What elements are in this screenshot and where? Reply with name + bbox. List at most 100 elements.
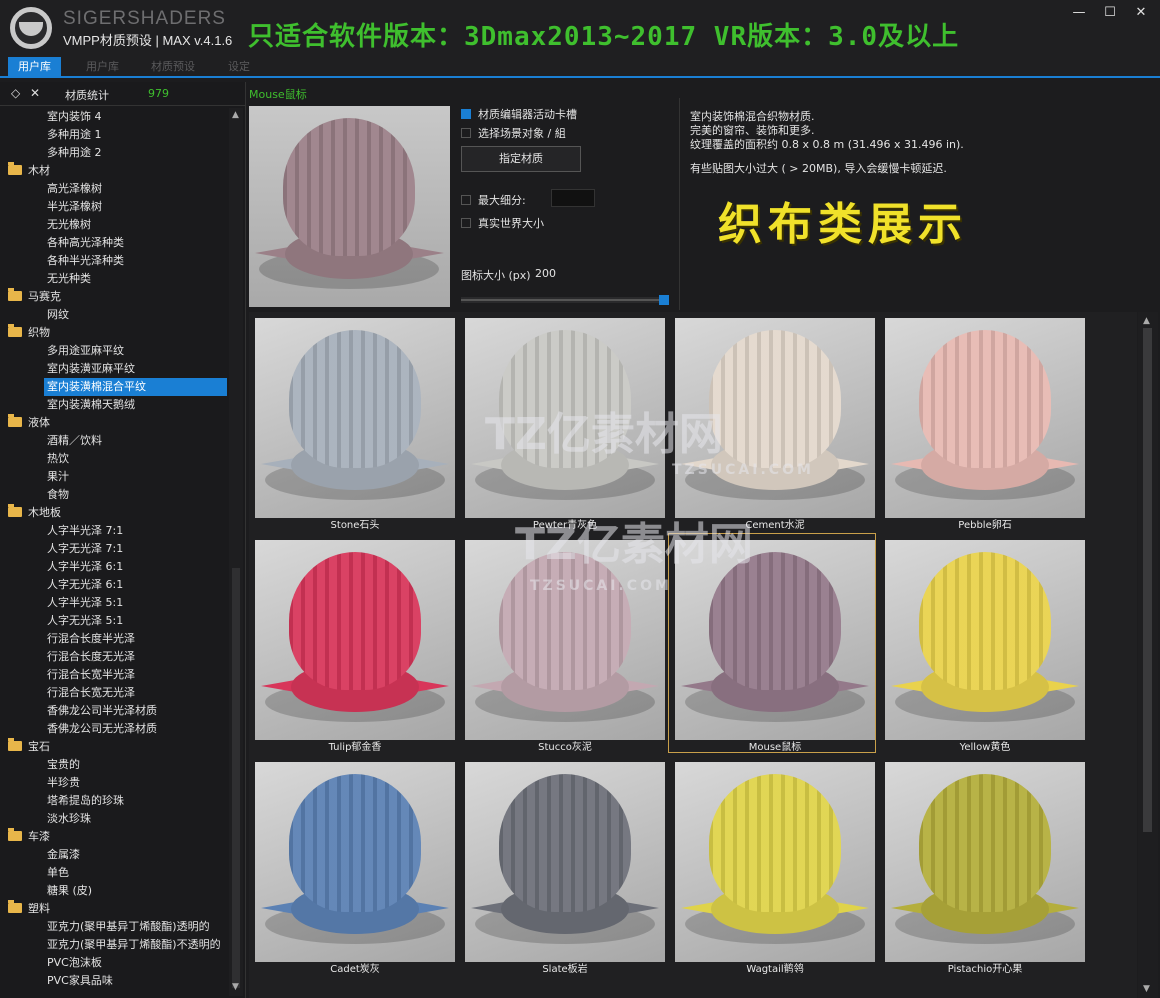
material-card[interactable]: Stone石头 <box>249 312 455 531</box>
tree-item[interactable]: 人字无光泽 5:1 <box>44 612 126 630</box>
real-world-size-checkbox[interactable] <box>461 218 471 228</box>
minimize-button[interactable]: — <box>1064 4 1094 22</box>
tree-item[interactable]: 行混合长度半光泽 <box>44 630 138 648</box>
material-thumbnail[interactable] <box>255 318 455 518</box>
material-card[interactable]: Wagtail鹡鸰 <box>669 756 875 975</box>
tree-folder[interactable]: 马赛克 <box>8 288 61 306</box>
tree-item[interactable]: 无光橡树 <box>44 216 94 234</box>
tree-folder[interactable]: 木材 <box>8 162 50 180</box>
tree-item[interactable]: PVC家具品味 <box>44 972 116 990</box>
grid-scroll-thumb[interactable] <box>1143 328 1152 832</box>
tree-item[interactable]: 酒精／饮料 <box>44 432 105 450</box>
scroll-up-icon[interactable]: ▲ <box>232 110 239 120</box>
tree-item[interactable]: 多用途亚麻平纹 <box>44 342 127 360</box>
tree-item[interactable]: 室内装饰 4 <box>44 108 105 126</box>
tree-item[interactable]: 行混合长宽半光泽 <box>44 666 138 684</box>
tree-item[interactable]: 单色 <box>44 864 72 882</box>
tree-item[interactable]: 果汁 <box>44 468 72 486</box>
tree-item[interactable]: 亚克力(聚甲基异丁烯酸酯)透明的 <box>44 918 213 936</box>
tree-item[interactable]: PVC泡沫板 <box>44 954 105 972</box>
category-scroll-thumb[interactable] <box>232 568 240 988</box>
tree-item[interactable]: 香佛龙公司无光泽材质 <box>44 720 160 738</box>
collapse-icon[interactable]: ◇ <box>11 86 20 100</box>
grid-scrollbar[interactable]: ▲ ▼ <box>1138 312 1158 998</box>
material-thumbnail[interactable] <box>885 540 1085 740</box>
option-real-world-size[interactable]: 真实世界大小 <box>461 215 544 231</box>
tree-folder[interactable]: 木地板 <box>8 504 61 522</box>
preview-title: Mouse鼠标 <box>249 88 307 101</box>
icon-size-value: 200 <box>535 267 556 280</box>
tree-item[interactable]: 室内装潢棉天鹅绒 <box>44 396 138 414</box>
icon-size-slider[interactable] <box>461 295 669 305</box>
tree-item[interactable]: 宝贵的 <box>44 756 83 774</box>
material-card[interactable]: Pebble卵石 <box>879 312 1085 531</box>
tree-item[interactable]: 各种半光泽种类 <box>44 252 127 270</box>
option-active-slot[interactable]: 材质编辑器活动卡槽 <box>461 106 577 122</box>
material-card[interactable]: Yellow黄色 <box>879 534 1085 753</box>
thumb-cloth-ball <box>289 330 421 468</box>
tree-item[interactable]: 金属漆 <box>44 846 83 864</box>
tree-item[interactable]: 多种用途 1 <box>44 126 105 144</box>
grid-scroll-up-icon[interactable]: ▲ <box>1143 316 1150 326</box>
tree-item[interactable]: 人字半光泽 5:1 <box>44 594 126 612</box>
tree-item[interactable]: 淡水珍珠 <box>44 810 94 828</box>
icon-size-slider-thumb[interactable] <box>659 295 669 305</box>
tree-item[interactable]: 无光种类 <box>44 270 94 288</box>
tree-item[interactable]: 糖果 (皮) <box>44 882 95 900</box>
tree-folder[interactable]: 宝石 <box>8 738 50 756</box>
tree-folder[interactable]: 织物 <box>8 324 50 342</box>
material-thumbnail[interactable] <box>675 762 875 962</box>
tree-item[interactable]: 半珍贵 <box>44 774 83 792</box>
tree-item[interactable]: 人字半光泽 7:1 <box>44 522 126 540</box>
tree-item-label: 室内装潢棉天鹅绒 <box>47 398 135 411</box>
tree-item[interactable]: 网纹 <box>44 306 72 324</box>
material-card[interactable]: Slate板岩 <box>459 756 665 975</box>
tree-item[interactable]: 室内装潢棉混合平纹 <box>44 378 227 396</box>
tree-item[interactable]: 室内装潢亚麻平纹 <box>44 360 138 378</box>
assign-material-button[interactable]: 指定材质 <box>461 146 581 172</box>
tree-folder[interactable]: 液体 <box>8 414 50 432</box>
tree-item[interactable]: 食物 <box>44 486 72 504</box>
tree-item[interactable]: 人字无光泽 6:1 <box>44 576 126 594</box>
grid-scroll-down-icon[interactable]: ▼ <box>1143 984 1150 994</box>
tab-settings[interactable]: 设定 <box>218 57 260 77</box>
category-scrollbar[interactable]: ▲ ▼ <box>229 108 243 996</box>
option-max-subdivs[interactable]: 最大细分: <box>461 192 526 208</box>
tree-item[interactable]: 热饮 <box>44 450 72 468</box>
material-thumbnail[interactable] <box>255 762 455 962</box>
tree-item[interactable]: 塔希提岛的珍珠 <box>44 792 127 810</box>
clear-icon[interactable]: ✕ <box>30 86 40 100</box>
tree-item[interactable]: 行混合长度无光泽 <box>44 648 138 666</box>
tree-item[interactable]: 香佛龙公司半光泽材质 <box>44 702 160 720</box>
tree-item-label: 宝贵的 <box>47 758 80 771</box>
close-button[interactable]: ✕ <box>1126 4 1156 22</box>
maximize-button[interactable]: ☐ <box>1095 4 1125 22</box>
tree-item[interactable]: 多种用途 2 <box>44 144 105 162</box>
tree-item[interactable]: 人字无光泽 7:1 <box>44 540 126 558</box>
active-slot-checkbox[interactable] <box>461 109 471 119</box>
material-card[interactable]: Pistachio开心果 <box>879 756 1085 975</box>
tree-item[interactable]: 行混合长宽无光泽 <box>44 684 138 702</box>
select-scene-checkbox[interactable] <box>461 128 471 138</box>
material-thumbnail[interactable] <box>255 540 455 740</box>
tree-item-label: 人字半光泽 7:1 <box>47 524 124 537</box>
material-thumbnail[interactable] <box>885 318 1085 518</box>
material-thumbnail[interactable] <box>465 762 665 962</box>
material-thumbnail[interactable] <box>885 762 1085 962</box>
tab-user-library-2[interactable]: 用户库 <box>76 57 129 77</box>
tree-item[interactable]: 亚克力(聚甲基异丁烯酸酯)不透明的 <box>44 936 224 954</box>
max-subdivs-input[interactable] <box>551 189 595 207</box>
tree-item[interactable]: 半光泽橡树 <box>44 198 105 216</box>
tree-item[interactable]: 各种高光泽种类 <box>44 234 127 252</box>
tree-item[interactable]: 人字半光泽 6:1 <box>44 558 126 576</box>
tree-item[interactable]: 高光泽橡树 <box>44 180 105 198</box>
material-card[interactable]: Cadet炭灰 <box>249 756 455 975</box>
tab-material-presets[interactable]: 材质预设 <box>141 57 205 77</box>
tab-user-library[interactable]: 用户库 <box>8 57 61 77</box>
scroll-down-icon[interactable]: ▼ <box>232 982 239 992</box>
tree-folder[interactable]: 塑料 <box>8 900 50 918</box>
max-subdivs-checkbox[interactable] <box>461 195 471 205</box>
option-select-scene[interactable]: 选择场景对象 / 組 <box>461 125 566 141</box>
tree-folder[interactable]: 车漆 <box>8 828 50 846</box>
material-card[interactable]: Tulip郁金香 <box>249 534 455 753</box>
